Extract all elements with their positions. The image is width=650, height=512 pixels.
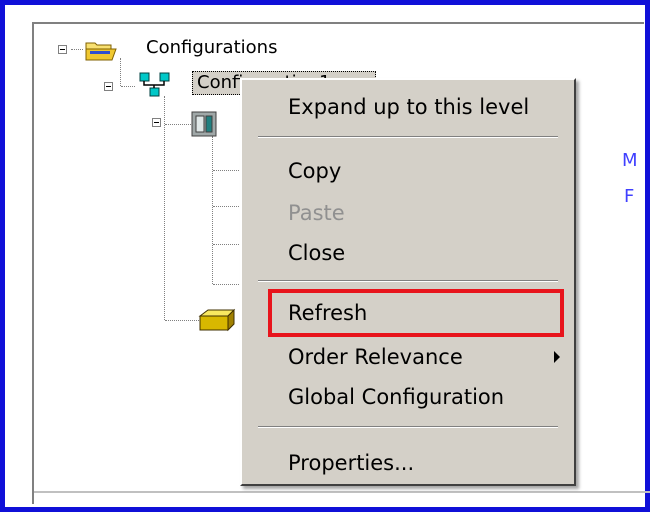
menu-item-expand[interactable]: Expand up to this level [288,94,529,120]
menu-item-properties[interactable]: Properties... [288,450,414,476]
tree-connector [213,284,241,285]
tree-label-configurations[interactable]: Configurations [146,37,277,59]
menu-separator [258,426,558,428]
collapse-toggle-configuration[interactable] [104,82,113,91]
submenu-arrow-icon [554,351,560,363]
menu-item-order-relevance[interactable]: Order Relevance [288,344,463,370]
tree-text-fragment: M [622,150,638,171]
tree-connector [213,170,241,171]
menu-separator [258,136,558,138]
refresh-highlight-box [268,289,564,337]
tree-connector [164,96,165,320]
tree-connector [212,136,213,284]
device-icon [191,111,217,137]
tree-connector [213,206,241,207]
module-block-icon [198,308,236,332]
tree-text-fragment: F [624,186,635,207]
menu-separator [258,280,558,282]
pane-bottom-border [34,491,650,493]
menu-item-paste[interactable]: Paste [288,200,345,226]
open-folder-icon [85,42,117,61]
tree-connector [121,86,135,87]
menu-item-copy[interactable]: Copy [288,158,341,184]
tree-connector [71,49,83,50]
menu-item-close[interactable]: Close [288,240,345,266]
menu-item-global-configuration[interactable]: Global Configuration [288,384,504,410]
collapse-toggle-root[interactable] [58,45,67,54]
tree-connector [213,244,241,245]
network-nodes-icon [139,72,170,97]
collapse-toggle-device[interactable] [152,118,161,127]
context-menu: Expand up to this level Copy Paste Close… [240,78,576,486]
tree-connector [120,58,121,86]
